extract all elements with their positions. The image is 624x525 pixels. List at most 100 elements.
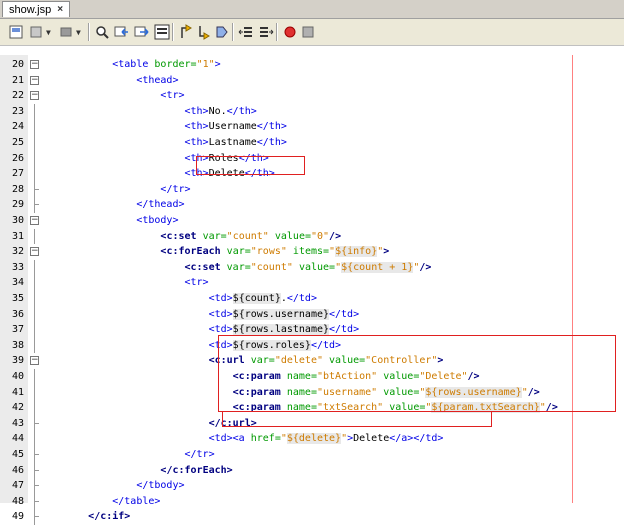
line-number: 20 [11,59,24,70]
line-number: 47 [11,480,24,492]
code-line[interactable]: 30− <tbody> [0,213,624,229]
code-line[interactable]: 29 </thead> [0,197,624,213]
fold-collapse-icon[interactable]: − [30,356,39,366]
code-text: <td><a href="${delete}">Delete</a></td> [208,433,444,445]
code-text: <c:set var="count" value="${count + 1}"/… [184,261,432,273]
code-line[interactable]: 28 </tr> [0,181,624,198]
line-number: 49 [11,511,24,523]
line-number: 27 [11,168,24,180]
code-text: </thead> [136,199,185,211]
record-macro-icon[interactable] [282,24,298,40]
code-line[interactable]: 21− <thead> [0,73,624,89]
line-number: 46 [11,464,24,476]
fold-guide [34,135,35,151]
toolbar-separator [232,23,234,41]
dropdown-arrow-icon[interactable]: ▼ [46,28,51,37]
fold-guide [34,384,35,401]
toggle-bookmark-icon[interactable] [214,24,230,40]
fold-collapse-icon[interactable]: − [30,75,39,85]
editor-toolbar: ▼ ▼ [0,19,624,46]
code-line[interactable]: 48 </table> [0,493,624,510]
code-line[interactable]: 22− <tr> [0,88,624,104]
find-prev-icon[interactable] [114,24,130,40]
shift-left-icon[interactable] [238,24,254,40]
back-icon[interactable] [58,24,74,40]
fold-collapse-icon[interactable]: − [30,91,39,101]
code-text: <c:forEach var="rows" items="${info}"> [160,246,390,258]
line-number: 44 [11,433,24,445]
code-text: <tr> [160,90,185,102]
code-line[interactable]: 25 <th>Lastname</th> [0,135,624,151]
next-bookmark-icon[interactable] [196,24,212,40]
code-line[interactable]: 36 <td>${rows.username}</td> [0,306,624,323]
find-icon[interactable] [94,24,110,40]
code-line[interactable]: 20− <table border="1"> [0,57,624,73]
fold-end-marker [34,500,39,502]
stop-macro-icon[interactable] [300,24,316,40]
fold-guide [34,119,35,135]
fold-end-marker [34,422,39,424]
fold-end-marker [34,188,39,190]
fold-collapse-icon[interactable]: − [30,60,39,69]
code-text: </tr> [184,449,215,460]
dropdown-arrow-icon[interactable]: ▼ [76,28,81,37]
line-number: 48 [11,495,24,507]
line-number: 39 [11,355,24,367]
code-text: <c:set var="count" value="0"/> [160,230,342,242]
fold-guide [34,337,35,354]
history-icon[interactable] [28,24,44,40]
code-text: <thead> [136,74,179,86]
code-text: </tbody> [136,480,185,492]
code-line[interactable]: 49 </c:if> [0,509,624,525]
line-number: 40 [11,371,24,382]
find-next-icon[interactable] [134,24,150,40]
source-icon[interactable] [8,24,24,40]
line-number: 29 [11,199,24,211]
code-line[interactable]: 26 <th>Roles</th> [0,150,624,167]
code-text: <table border="1"> [112,59,221,70]
highlight-box-th-delete [196,156,305,175]
fold-collapse-icon[interactable]: − [30,247,39,257]
fold-collapse-icon[interactable]: − [30,216,39,225]
code-line[interactable]: 23 <th>No.</th> [0,103,624,120]
code-text: <th>Username</th> [184,121,287,133]
code-text: </table> [112,495,161,507]
code-editor[interactable]: 20− <table border="1"> 21− <thead> 22− <tr… [0,55,624,525]
code-line[interactable]: 27 <th>Delete</th> [0,166,624,182]
fold-end-marker [34,204,39,206]
code-line[interactable]: 34 <tr> [0,275,624,291]
toolbar-separator [88,23,90,41]
code-line[interactable]: 24 <th>Username</th> [0,119,624,135]
line-number: 31 [11,230,24,242]
code-line[interactable]: 46 </c:forEach> [0,462,624,479]
shift-right-icon[interactable] [258,24,274,40]
code-line[interactable]: 45 </tr> [0,447,624,463]
close-tab-icon[interactable]: × [57,2,63,18]
code-text: <tbody> [136,215,179,226]
fold-guide [34,103,35,120]
line-number: 25 [11,137,24,148]
tab-show-jsp[interactable]: show.jsp × [2,1,71,18]
fold-guide [34,400,35,416]
line-number: 28 [11,183,24,195]
toggle-highlight-icon[interactable] [154,24,170,40]
line-number: 41 [11,386,24,398]
fold-guide [34,291,35,307]
code-line[interactable]: 31 <c:set var="count" value="0"/> [0,228,624,245]
code-line[interactable]: 44 <td><a href="${delete}">Delete</a></t… [0,431,624,447]
code-line[interactable]: 33 <c:set var="count" value="${count + 1… [0,259,624,276]
prev-bookmark-icon[interactable] [178,24,194,40]
toolbar-separator [172,23,174,41]
code-line[interactable]: 35 <td>${count}.</td> [0,291,624,307]
code-line[interactable]: 47 </tbody> [0,478,624,494]
fold-guide [34,259,35,276]
line-number: 26 [11,152,24,164]
code-text: <th>Lastname</th> [184,137,287,148]
line-number: 22 [11,90,24,102]
line-number: 43 [11,417,24,429]
fold-guide [34,150,35,167]
fold-guide [34,431,35,447]
fold-guide [34,369,35,385]
code-line[interactable]: 32− <c:forEach var="rows" items="${info}… [0,244,624,260]
line-number: 32 [11,246,24,258]
